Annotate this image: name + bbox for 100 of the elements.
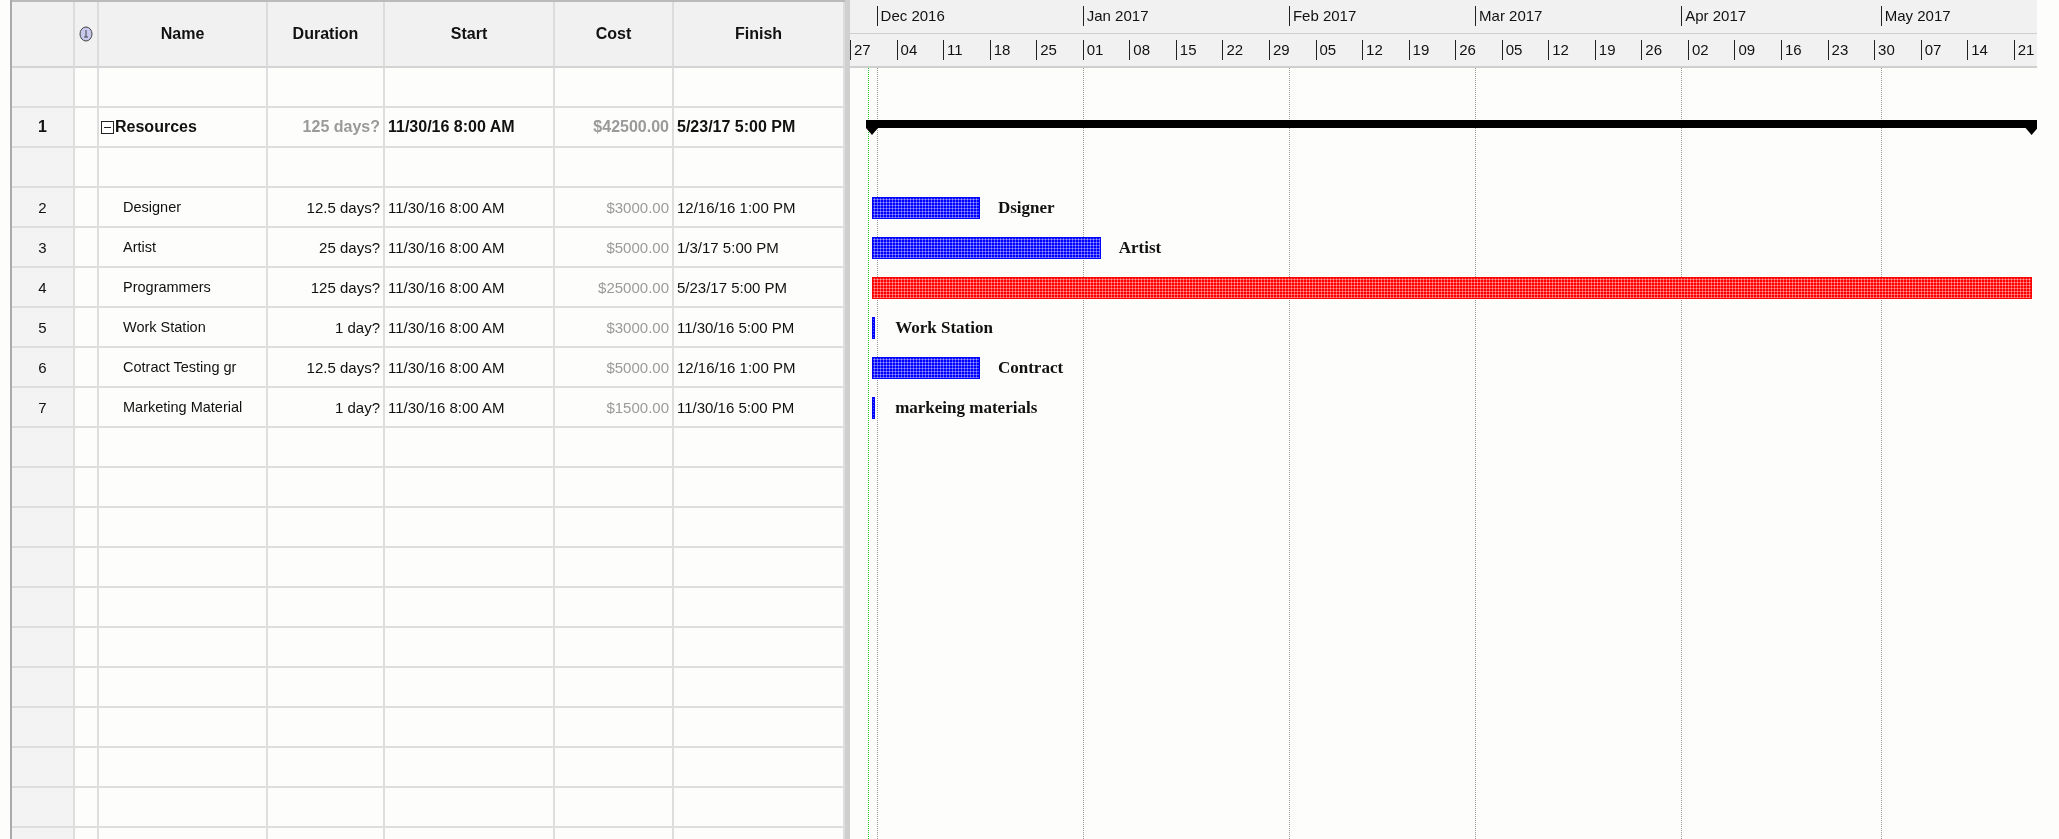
task-bar[interactable]	[872, 237, 1101, 259]
task-name: Work Station	[123, 319, 206, 335]
table-cell	[75, 668, 99, 708]
table-cell	[75, 508, 99, 548]
table-cell	[12, 148, 75, 188]
row-number: 6	[12, 348, 75, 388]
column-header[interactable]: Cost	[555, 2, 674, 68]
week-label: 19	[1594, 40, 1616, 60]
week-label: 15	[1175, 40, 1197, 60]
week-label: 05	[1501, 40, 1523, 60]
task-name: Marketing Material	[123, 399, 243, 415]
week-label: 04	[896, 40, 918, 60]
table-cell	[75, 468, 99, 508]
week-label: 05	[1315, 40, 1337, 60]
row-number: 4	[12, 268, 75, 308]
row-number: 2	[12, 188, 75, 228]
week-label: 12	[1548, 40, 1569, 60]
duration-cell: 125 days?	[268, 268, 385, 308]
row-number: 5	[12, 308, 75, 348]
task-name: Cotract Testing gr	[123, 359, 237, 375]
duration-cell: 125 days?	[268, 108, 385, 148]
start-cell: 11/30/16 8:00 AM	[385, 348, 555, 388]
duration-cell: 1 day?	[268, 308, 385, 348]
week-label: 27	[850, 40, 871, 60]
task-name: Programmers	[123, 279, 211, 295]
week-label: 25	[1036, 40, 1057, 60]
week-label: 16	[1781, 40, 1802, 60]
indicator-icon	[79, 26, 93, 42]
week-label: 11	[943, 40, 963, 60]
month-label: Feb 2017	[1288, 6, 1357, 26]
week-label: 08	[1129, 40, 1150, 60]
table-cell	[75, 548, 99, 588]
start-cell: 11/30/16 8:00 AM	[385, 108, 555, 148]
month-label: Apr 2017	[1681, 6, 1747, 26]
task-bar[interactable]	[872, 357, 980, 379]
week-label: 30	[1874, 40, 1895, 60]
month-label: May 2017	[1880, 6, 1951, 26]
cost-cell: $3000.00	[555, 308, 674, 348]
table-cell	[12, 788, 75, 828]
cost-cell: $3000.00	[555, 188, 674, 228]
week-label: 07	[1920, 40, 1942, 60]
table-cell	[12, 708, 75, 748]
table-cell	[75, 428, 99, 468]
bar-label: Contract	[997, 358, 1064, 378]
bar-label: Dsigner	[997, 198, 1055, 218]
table-cell	[75, 588, 99, 628]
cost-cell: $5000.00	[555, 348, 674, 388]
table-cell	[12, 508, 75, 548]
start-cell: 11/30/16 8:00 AM	[385, 388, 555, 428]
task-name: Designer	[123, 199, 182, 215]
table-cell	[12, 428, 75, 468]
cost-cell: $25000.00	[555, 268, 674, 308]
week-label: 12	[1362, 40, 1383, 60]
cost-cell: $1500.00	[555, 388, 674, 428]
week-label: 29	[1268, 40, 1290, 60]
duration-cell: 1 day?	[268, 388, 385, 428]
duration-cell: 12.5 days?	[268, 348, 385, 388]
row-number: 3	[12, 228, 75, 268]
collapse-icon[interactable]	[101, 120, 114, 134]
table-cell	[75, 708, 99, 748]
week-label: 22	[1222, 40, 1244, 60]
column-header[interactable]: Finish	[674, 2, 845, 68]
week-label: 21	[2013, 40, 2035, 60]
column-header[interactable]: Start	[385, 2, 555, 68]
table-cell	[75, 148, 99, 188]
task-bar[interactable]	[872, 197, 980, 219]
row-number: 1	[12, 108, 75, 148]
cost-cell: $42500.00	[555, 108, 674, 148]
start-cell: 11/30/16 8:00 AM	[385, 268, 555, 308]
task-bar[interactable]	[872, 397, 876, 419]
duration-cell: 12.5 days?	[268, 188, 385, 228]
week-label: 19	[1408, 40, 1430, 60]
table-cell	[12, 748, 75, 788]
start-cell: 11/30/16 8:00 AM	[385, 188, 555, 228]
week-label: 02	[1687, 40, 1709, 60]
week-label: 26	[1455, 40, 1476, 60]
start-cell: 11/30/16 8:00 AM	[385, 228, 555, 268]
table-cell	[75, 628, 99, 668]
month-label: Mar 2017	[1475, 6, 1543, 26]
week-label: 18	[989, 40, 1011, 60]
row-number: 7	[12, 388, 75, 428]
duration-cell: 25 days?	[268, 228, 385, 268]
table-cell	[75, 788, 99, 828]
table-cell	[12, 468, 75, 508]
bar-label: markeing materials	[895, 398, 1038, 418]
week-label: 09	[1734, 40, 1756, 60]
task-bar[interactable]	[872, 317, 876, 339]
table-cell	[12, 68, 75, 108]
column-header[interactable]: Name	[99, 2, 268, 68]
table-cell	[12, 628, 75, 668]
week-label: 23	[1827, 40, 1849, 60]
week-label: 14	[1967, 40, 1988, 60]
start-cell: 11/30/16 8:00 AM	[385, 308, 555, 348]
task-name: Resources	[115, 118, 197, 136]
week-label: 26	[1641, 40, 1663, 60]
table-cell	[75, 748, 99, 788]
month-label: Jan 2017	[1082, 6, 1149, 26]
column-header[interactable]: Duration	[268, 2, 385, 68]
month-label: Dec 2016	[876, 6, 945, 26]
cost-cell: $5000.00	[555, 228, 674, 268]
